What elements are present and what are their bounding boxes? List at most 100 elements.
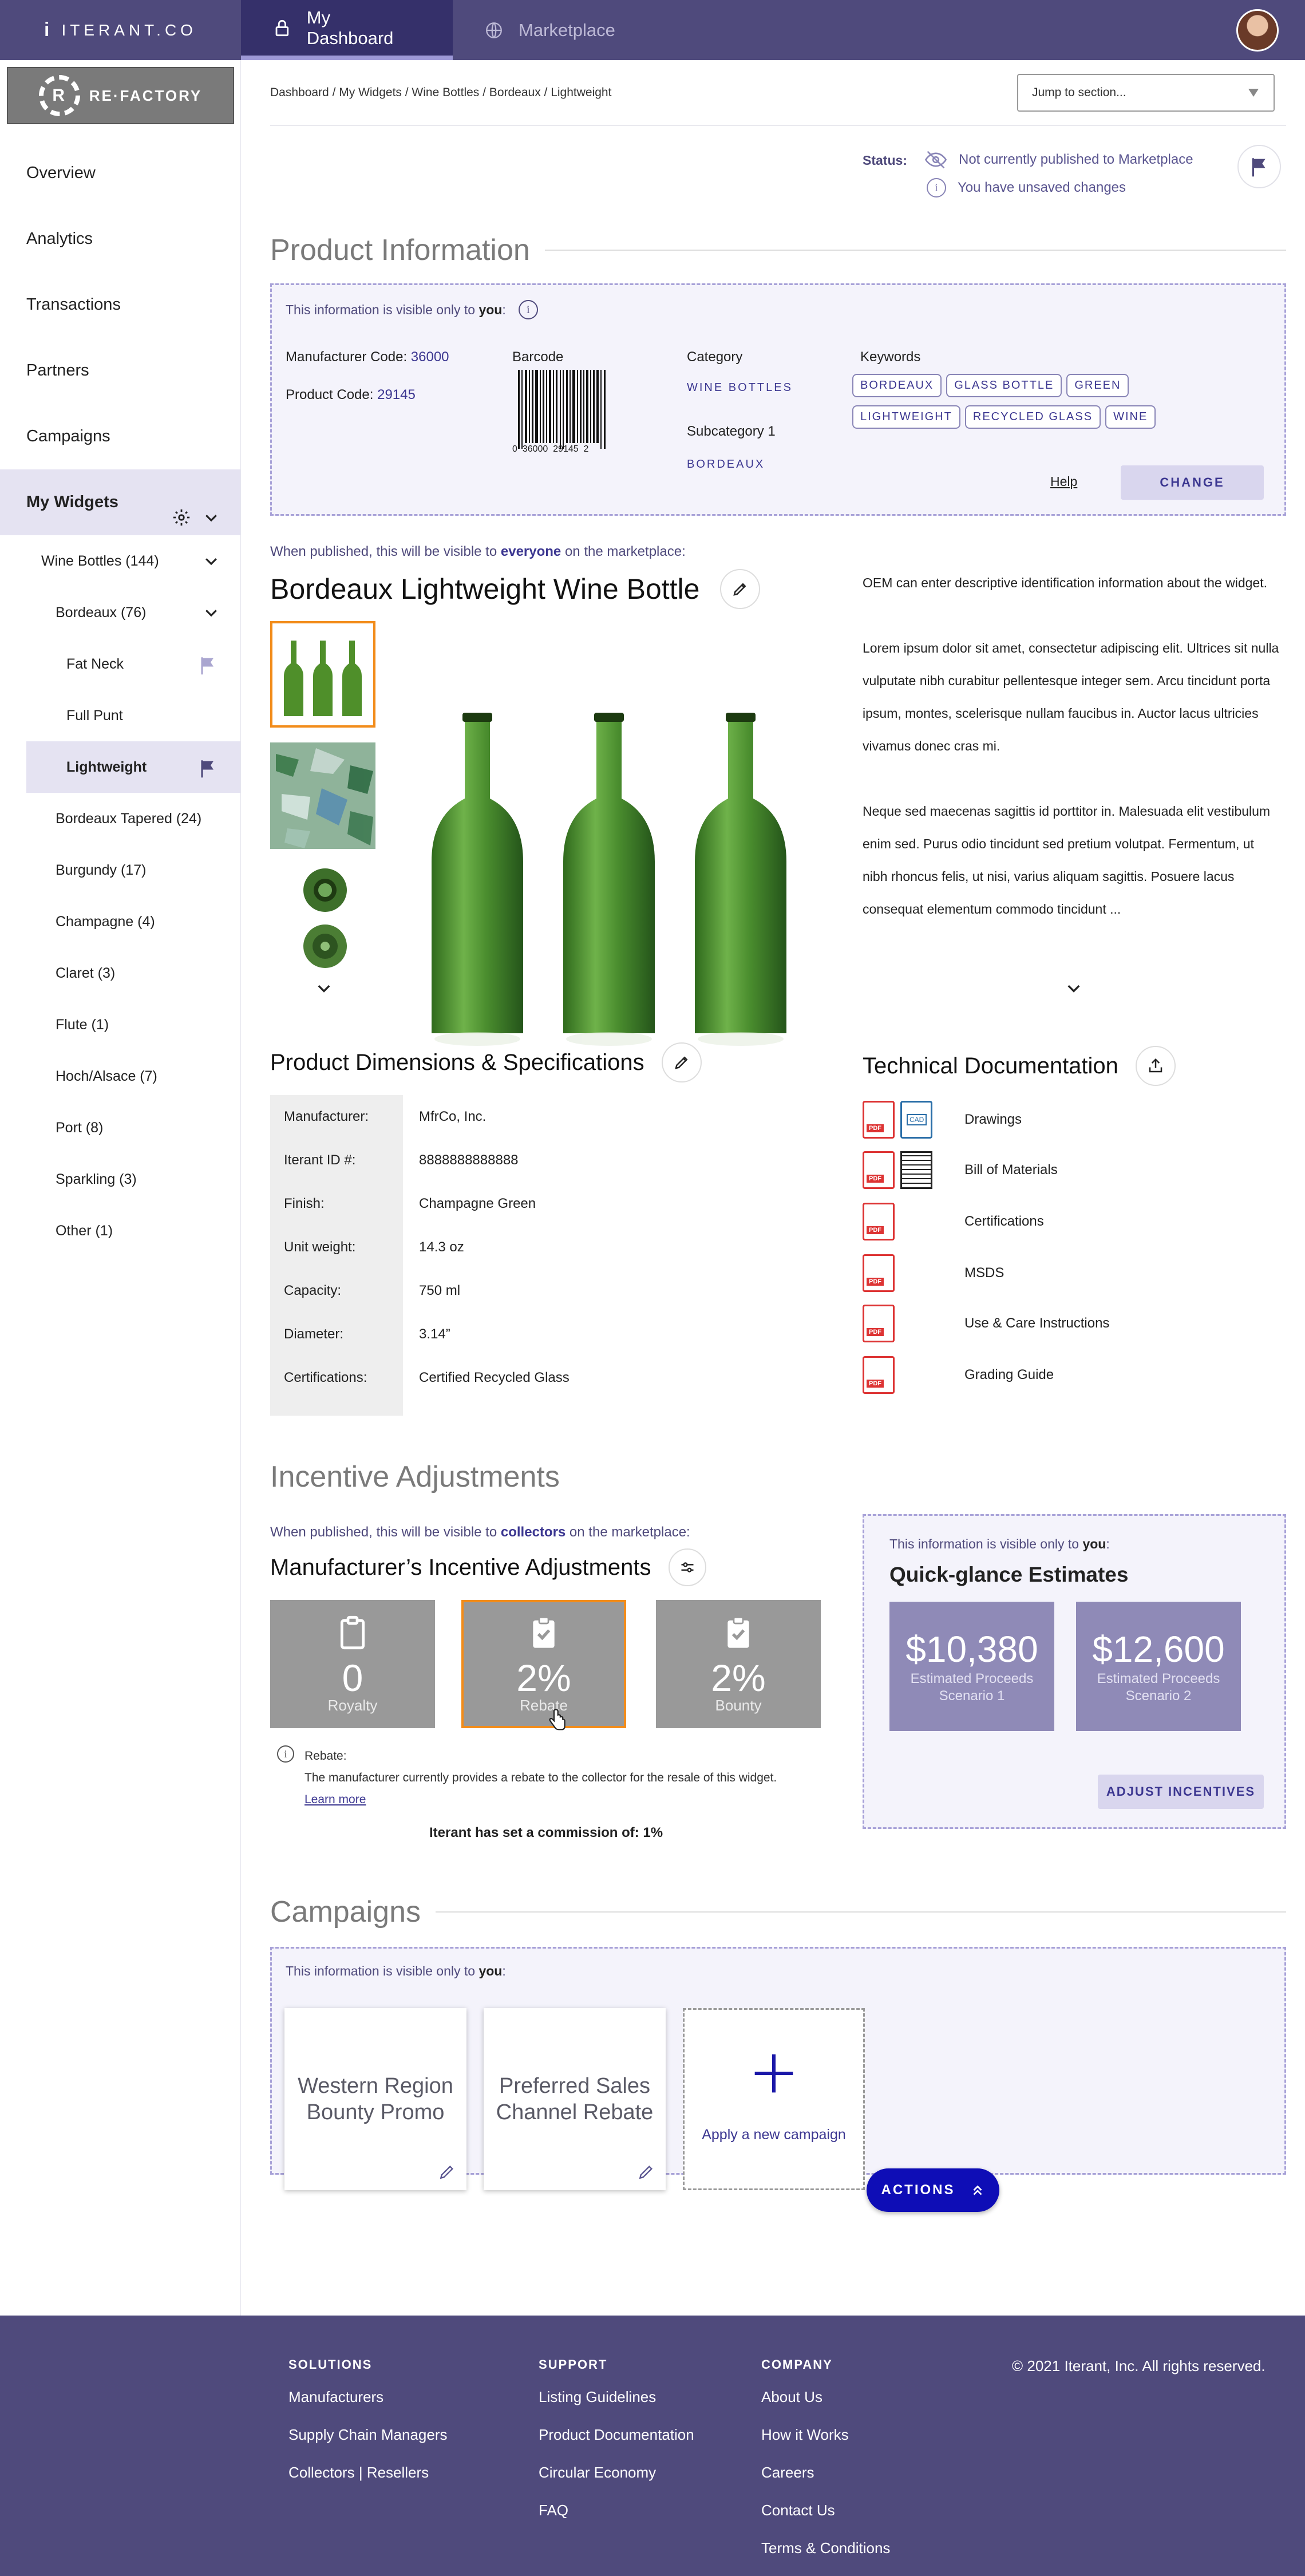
tree-item-full-punt[interactable]: Full Punt [0,690,240,741]
sidebar-item-analytics[interactable]: Analytics [0,206,240,272]
tree-item-other-category[interactable]: Hoch/Alsace (7) [0,1050,240,1102]
chevron-down-icon[interactable] [1065,979,1083,997]
tree-item-other-category[interactable]: Bordeaux Tapered (24) [0,793,240,844]
footer-link[interactable]: Product Documentation [539,2426,694,2464]
sidebar-item-transactions[interactable]: Transactions [0,272,240,338]
chevron-down-icon[interactable] [203,509,220,526]
keyword-chip[interactable]: GLASS BOTTLE [946,374,1062,397]
sidebar-item-overview[interactable]: Overview [0,140,240,206]
chevron-down-icon[interactable] [203,604,220,621]
tree-item-other-category[interactable]: Port (8) [0,1102,240,1153]
tree-item-bordeaux[interactable]: Bordeaux (76) [0,587,240,638]
footer-link[interactable]: How it Works [761,2426,890,2464]
pencil-icon[interactable] [438,2163,456,2181]
keyword-chip[interactable]: LIGHTWEIGHT [852,405,960,429]
flag-button[interactable] [1237,145,1281,188]
keyword-chip[interactable]: BORDEAUX [852,374,942,397]
upload-icon [1149,1058,1162,1073]
tree-item-other-category[interactable]: Champagne (4) [0,896,240,947]
footer-link[interactable]: Listing Guidelines [539,2388,694,2426]
brand-logo[interactable]: i ITERANT.CO [0,0,241,60]
learn-more-link[interactable]: Learn more [304,1793,366,1806]
gear-icon[interactable] [172,508,191,527]
gallery-thumbnail[interactable] [270,742,375,849]
doc-item-certifications[interactable]: PDF Certifications [863,1203,1044,1240]
pencil-icon[interactable] [637,2163,655,2181]
doc-item-msds[interactable]: PDF MSDS [863,1254,1004,1292]
spec-value: 750 ml [419,1283,461,1298]
add-campaign-card[interactable]: Apply a new campaign [683,2008,865,2190]
pencil-icon [733,583,746,596]
subcategory-link[interactable]: BORDEAUX [687,458,765,471]
chevrons-up-icon [973,2185,982,2195]
sidebar-item-my-widgets[interactable]: My Widgets [0,469,240,535]
gallery-thumbnail[interactable] [270,621,375,728]
edit-name-button[interactable] [720,569,761,609]
docs-title: Technical Documentation [863,1053,1118,1078]
info-icon: i [277,1745,294,1763]
chevron-down-icon[interactable] [315,979,333,997]
flag-icon[interactable] [199,655,216,675]
gear-logo-icon: R [38,75,80,116]
tree-item-other-category[interactable]: Flute (1) [0,999,240,1050]
sidebar-item-partners[interactable]: Partners [0,338,240,404]
incentive-card-rebate[interactable]: 2% Rebate [461,1600,626,1730]
edit-specs-button[interactable] [661,1042,702,1082]
doc-item-bom[interactable]: PDF Bill of Materials [863,1151,1058,1189]
upload-docs-button[interactable] [1135,1046,1176,1086]
tree-item-other-category[interactable]: Claret (3) [0,947,240,999]
doc-item-drawings[interactable]: PDF CAD Drawings [863,1101,1022,1139]
section-title: Product Information [270,234,530,267]
rebate-info: i Rebate: The manufacturer currently pro… [277,1745,777,1811]
tree-item-wine-bottles[interactable]: Wine Bottles (144) [0,535,240,587]
tree-item-other-category[interactable]: Other (1) [0,1205,240,1257]
footer-link[interactable]: Terms & Conditions [761,2539,890,2576]
keyword-chip[interactable]: GREEN [1066,374,1129,397]
visibility-suffix: : [502,302,506,317]
clipboard-icon [340,1615,365,1649]
user-avatar[interactable] [1236,9,1279,52]
tree-item-fat-neck[interactable]: Fat Neck [0,638,240,690]
change-button[interactable]: CHANGE [1121,465,1264,500]
jump-to-section-select[interactable]: Jump to section... [1017,74,1275,112]
keyword-chip[interactable]: WINE [1105,405,1156,429]
pdf-file-icon: PDF [863,1356,895,1394]
gallery-thumbnail[interactable] [300,867,350,975]
tree-item-other-category[interactable]: Burgundy (17) [0,844,240,896]
footer-link[interactable]: Careers [761,2464,890,2502]
logo-text: RE·FACTORY [89,86,203,104]
campaign-card[interactable]: Preferred Sales Channel Rebate [484,2008,666,2190]
doc-item-use-care[interactable]: PDF Use & Care Instructions [863,1305,1109,1342]
footer-link[interactable]: About Us [761,2388,890,2426]
footer-link[interactable]: Supply Chain Managers [288,2426,448,2464]
flag-icon[interactable] [199,758,216,778]
adjust-incentives-button[interactable]: ADJUST INCENTIVES [1098,1775,1264,1809]
chevron-down-icon[interactable] [203,552,220,570]
incentive-card-royalty[interactable]: 0 Royalty [270,1600,435,1728]
tab-marketplace[interactable]: Marketplace [453,0,647,60]
footer-link[interactable]: Manufacturers [288,2388,448,2426]
footer-link[interactable]: Contact Us [761,2502,890,2539]
adjust-settings-button[interactable] [668,1548,706,1586]
footer-link[interactable]: FAQ [539,2502,694,2539]
footer-link[interactable]: Circular Economy [539,2464,694,2502]
doc-item-grading-guide[interactable]: PDF Grading Guide [863,1356,1054,1394]
tab-my-dashboard[interactable]: My Dashboard [241,0,453,60]
tree-item-lightweight[interactable]: Lightweight [26,741,240,793]
category-link[interactable]: WINE BOTTLES [687,381,793,394]
keyword-chip[interactable]: RECYCLED GLASS [964,405,1101,429]
sliders-icon [681,1562,694,1573]
estimate-card: $10,380 Estimated Proceeds Scenario 1 [889,1602,1054,1731]
estimates-title: Quick-glance Estimates [889,1563,1129,1586]
campaign-card[interactable]: Western Region Bounty Promo [284,2008,466,2190]
sidebar-item-campaigns[interactable]: Campaigns [0,404,240,469]
info-icon[interactable]: i [518,300,538,319]
incentive-card-bounty[interactable]: 2% Bounty [656,1600,821,1728]
breadcrumb[interactable]: Dashboard / My Widgets / Wine Bottles / … [270,86,611,100]
tree-item-other-category[interactable]: Sparkling (3) [0,1153,240,1205]
actions-button[interactable]: ACTIONS [867,2168,999,2212]
barcode-bars [518,370,606,449]
footer-link[interactable]: Collectors | Resellers [288,2464,448,2502]
help-link[interactable]: Help [1050,474,1077,489]
visibility-note: This information is visible only to you: [889,1536,1110,1551]
